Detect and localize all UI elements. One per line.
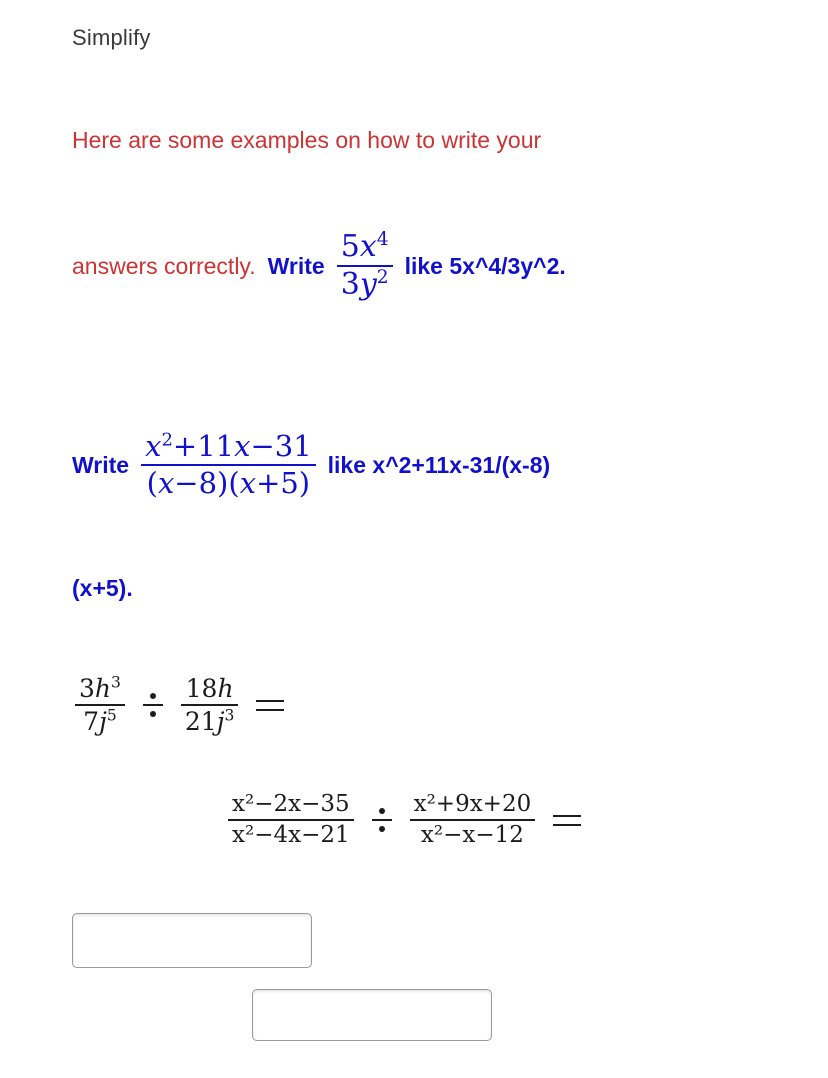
equals-sign-icon-2 xyxy=(553,814,582,826)
problem-1-right-num-coefficient: 18 xyxy=(185,674,218,703)
problem-1-left-num-variable: h xyxy=(94,674,112,703)
example-fraction-2-num-rest2: −31 xyxy=(250,429,312,463)
instruction-line-3: (x+5). xyxy=(72,575,133,601)
example-row-1: answers correctly. Write 5x4 3y2 like 5x… xyxy=(72,229,566,300)
division-dot-top xyxy=(149,693,156,699)
equals-line-bottom-2 xyxy=(553,823,582,826)
division-operator-icon xyxy=(142,693,163,717)
division-operator-icon-2 xyxy=(371,808,392,832)
equals-line-top-2 xyxy=(553,814,582,817)
problem-1-left-numerator: 3h3 xyxy=(75,673,125,704)
answer-input-2[interactable] xyxy=(252,989,492,1041)
like-label-2: like x^2+11x-31/(x-8) xyxy=(327,451,551,478)
write-label-1: Write xyxy=(267,252,325,279)
problem-1-right-num-variable: h xyxy=(217,674,234,703)
problem-2-left-fraction: x²−2x−35 x²−4x−21 xyxy=(228,793,354,847)
instruction-text-red-2: answers correctly. xyxy=(72,252,256,279)
problem-1-left-fraction: 3h3 7j5 xyxy=(75,673,125,734)
instruction-text-red-1: Here are some examples on how to write y… xyxy=(72,127,542,153)
example-fraction-2-den-f2-open: ( xyxy=(228,466,240,500)
problem-1-right-numerator: 18h xyxy=(182,676,238,704)
example-fraction-2-num-exp: 2 xyxy=(161,429,173,451)
write-label-2: Write xyxy=(72,451,130,478)
problem-2-left-denominator: x²−4x−21 xyxy=(232,822,350,848)
example-fraction-1-den-variable: y xyxy=(359,267,377,302)
problem-1-left-denominator: 7j5 xyxy=(79,706,121,734)
example-fraction-2-num-rest: +11 xyxy=(172,429,235,463)
example-fraction-1-num-coefficient: 5 xyxy=(340,229,360,264)
problem-1-left-den-variable: j xyxy=(99,707,107,736)
example-fraction-2-den-f1-open: ( xyxy=(146,466,158,500)
page-title: Simplify xyxy=(72,25,151,50)
example-fraction-1-denominator: 3y2 xyxy=(337,267,393,300)
example-fraction-2-den-f1-var: x xyxy=(157,466,175,500)
problem-2-right-denominator: x²−x−12 xyxy=(420,822,524,848)
problem-expression-2: x²−2x−35 x²−4x−21 x²+9x+20 x²−x−12 xyxy=(228,793,599,847)
problem-1-left-num-exponent: 3 xyxy=(111,673,121,692)
equals-line-top-1 xyxy=(256,699,285,702)
problem-1-left-num-coefficient: 3 xyxy=(79,674,95,703)
problem-1-right-den-exponent: 3 xyxy=(224,706,235,725)
example-fraction-2-den-f1-rest: −8) xyxy=(174,466,229,500)
example-row-2: Write x2+11x−31 (x−8)(x+5) like x^2+11x-… xyxy=(72,429,551,498)
example-fraction-2-num-var2: x xyxy=(234,429,251,463)
instruction-line-1: Here are some examples on how to write y… xyxy=(72,127,541,154)
problem-2-left-numerator: x²−2x−35 xyxy=(232,791,350,817)
example-fraction-1-num-variable: x xyxy=(359,229,377,264)
equals-sign-icon-1 xyxy=(256,699,285,711)
problem-expression-1: 3h3 7j5 18h 21j3 xyxy=(75,673,302,734)
problem-1-right-den-coefficient: 21 xyxy=(184,707,217,736)
example-fraction-1-num-exponent: 4 xyxy=(376,229,389,250)
problem-1-right-denominator: 21j3 xyxy=(181,706,238,734)
division-dash-2 xyxy=(371,819,392,821)
example-fraction-2-num-var: x xyxy=(145,429,162,463)
like-label-1: like 5x^4/3y^2. xyxy=(404,252,566,279)
division-dash xyxy=(142,704,163,706)
answer-input-1[interactable] xyxy=(72,913,312,968)
division-dot-bottom xyxy=(149,711,156,717)
example-fraction-1: 5x4 3y2 xyxy=(336,229,393,300)
example-fraction-1-numerator: 5x4 xyxy=(337,229,393,265)
problem-1-left-den-coefficient: 7 xyxy=(83,707,100,736)
equals-line-bottom-1 xyxy=(256,708,285,711)
example-fraction-1-den-exponent: 2 xyxy=(376,267,389,288)
example-fraction-2-den-f2-rest: +5) xyxy=(256,466,311,500)
example-fraction-2-den-f2-var: x xyxy=(239,466,257,500)
example-fraction-2: x2+11x−31 (x−8)(x+5) xyxy=(141,429,316,498)
example-fraction-2-denominator: (x−8)(x+5) xyxy=(143,466,315,498)
example-fraction-1-den-coefficient: 3 xyxy=(340,267,360,302)
problem-1-right-fraction: 18h 21j3 xyxy=(180,676,239,734)
problem-2-right-fraction: x²+9x+20 x²−x−12 xyxy=(409,791,536,848)
division-dot-bottom-2 xyxy=(378,826,385,832)
division-dot-top-2 xyxy=(378,808,385,814)
example-fraction-2-numerator: x2+11x−31 xyxy=(141,429,316,464)
problem-1-left-den-exponent: 5 xyxy=(106,706,117,725)
problem-2-right-numerator: x²+9x+20 xyxy=(413,791,532,817)
